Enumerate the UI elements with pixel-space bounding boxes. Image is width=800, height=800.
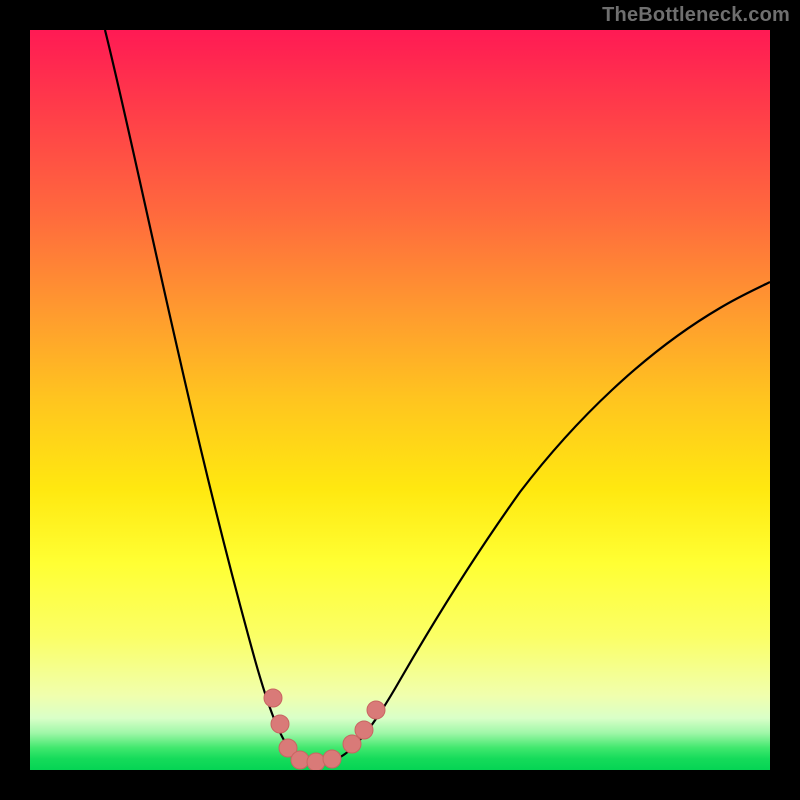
watermark-label: TheBottleneck.com — [602, 4, 790, 27]
marker-dot — [355, 721, 373, 739]
plot-area — [30, 30, 770, 770]
marker-dot — [343, 735, 361, 753]
bottleneck-curve — [105, 30, 770, 764]
basin-markers — [264, 689, 385, 770]
marker-dot — [271, 715, 289, 733]
chart-frame: TheBottleneck.com — [0, 0, 800, 800]
marker-dot — [367, 701, 385, 719]
marker-dot — [291, 751, 309, 769]
marker-dot — [323, 750, 341, 768]
marker-dot — [264, 689, 282, 707]
marker-dot — [307, 753, 325, 770]
bottleneck-curve-svg — [30, 30, 770, 770]
